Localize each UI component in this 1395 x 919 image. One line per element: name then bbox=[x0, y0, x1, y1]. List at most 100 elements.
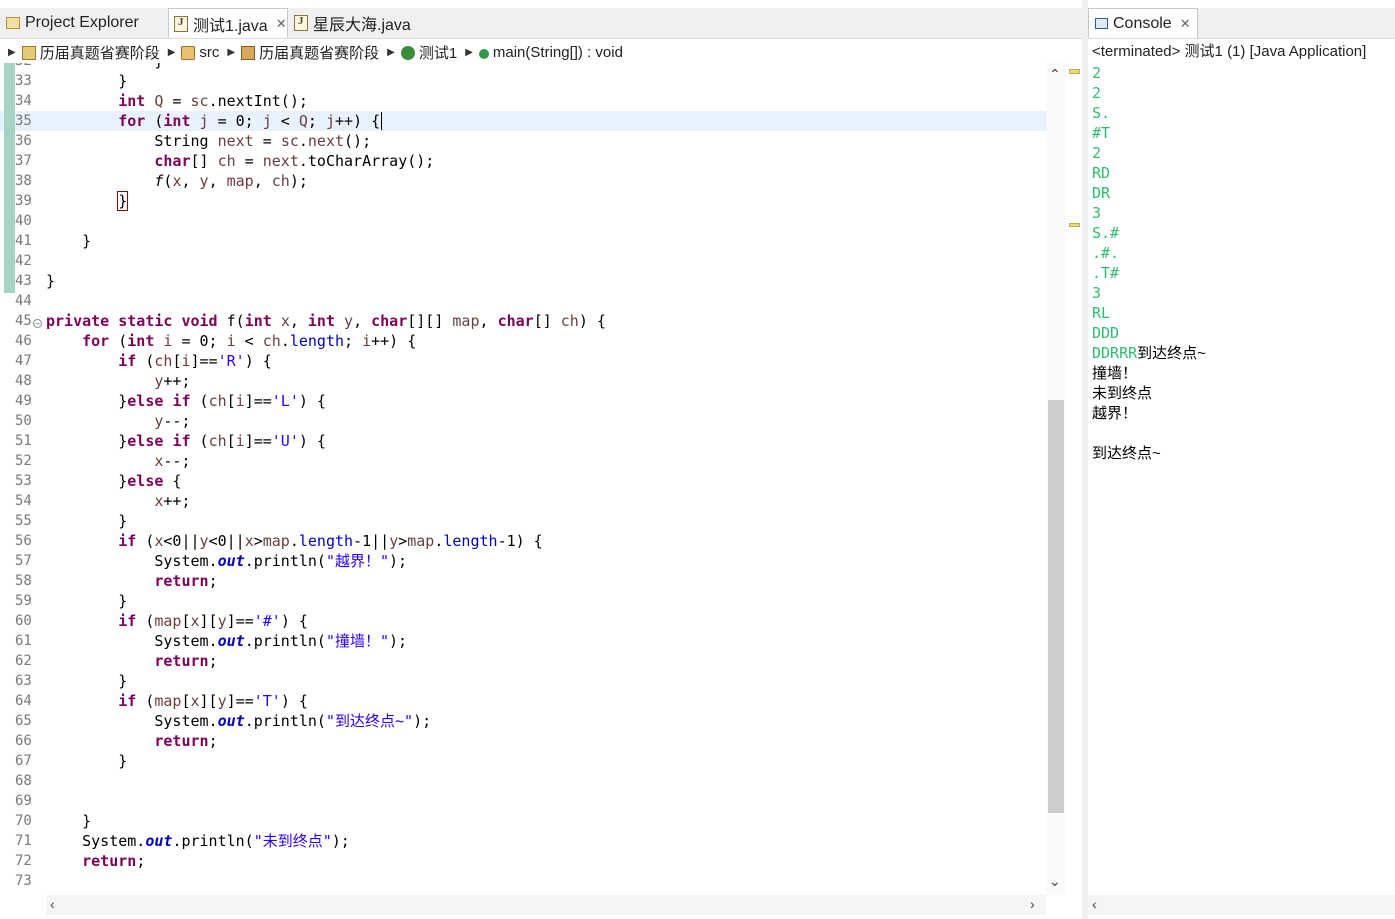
code-line[interactable]: 41 } bbox=[0, 231, 1046, 251]
code-text[interactable]: f(x, y, map, ch); bbox=[46, 171, 308, 191]
code-text[interactable]: x++; bbox=[46, 491, 190, 511]
code-line[interactable]: 55 } bbox=[0, 511, 1046, 531]
code-line[interactable]: 67 } bbox=[0, 751, 1046, 771]
close-icon[interactable]: ✕ bbox=[1180, 16, 1191, 32]
code-text[interactable]: if (ch[i]=='R') { bbox=[46, 351, 272, 371]
code-line[interactable]: 35 for (int j = 0; j < Q; j++) { bbox=[0, 111, 1046, 131]
code-line[interactable]: 53 }else { bbox=[0, 471, 1046, 491]
code-text[interactable]: } bbox=[46, 191, 129, 211]
tab-ceshi1-java[interactable]: 测试1.java ✕ bbox=[168, 8, 288, 38]
code-text[interactable]: } bbox=[46, 511, 127, 531]
code-line[interactable]: 44 bbox=[0, 291, 1046, 311]
fold-toggle-icon[interactable]: − bbox=[33, 319, 42, 328]
scroll-left-icon[interactable]: ‹ bbox=[1092, 896, 1097, 912]
breadcrumb-src[interactable]: src bbox=[199, 44, 219, 61]
code-text[interactable]: if (map[x][y]=='T') { bbox=[46, 691, 308, 711]
code-line[interactable]: 39 } bbox=[0, 191, 1046, 211]
code-line[interactable]: 57 System.out.println("越界！"); bbox=[0, 551, 1046, 571]
code-line[interactable]: 38 f(x, y, map, ch); bbox=[0, 171, 1046, 191]
code-line[interactable]: 37 char[] ch = next.toCharArray(); bbox=[0, 151, 1046, 171]
chevron-right-icon[interactable]: ▶ bbox=[8, 47, 16, 58]
code-text[interactable]: private static void f(int x, int y, char… bbox=[46, 311, 606, 331]
scroll-down-icon[interactable]: ⌄ bbox=[1049, 873, 1061, 890]
code-text[interactable]: } bbox=[46, 71, 127, 91]
code-text[interactable]: for (int j = 0; j < Q; j++) { bbox=[46, 111, 383, 131]
code-line[interactable]: 56 if (x<0||y<0||x>map.length-1||y>map.l… bbox=[0, 531, 1046, 551]
code-line[interactable]: 70 } bbox=[0, 811, 1046, 831]
code-line[interactable]: 63 } bbox=[0, 671, 1046, 691]
code-text[interactable]: }else if (ch[i]=='U') { bbox=[46, 431, 326, 451]
code-line[interactable]: 42 bbox=[0, 251, 1046, 271]
code-text[interactable]: char[] ch = next.toCharArray(); bbox=[46, 151, 434, 171]
code-text[interactable]: } bbox=[46, 591, 127, 611]
code-line[interactable]: 72 return; bbox=[0, 851, 1046, 871]
code-text[interactable]: } bbox=[46, 271, 55, 291]
code-editor[interactable]: 32 }33 }34 int Q = sc.nextInt();35 for (… bbox=[0, 63, 1046, 895]
code-text[interactable]: return; bbox=[46, 851, 145, 871]
scroll-up-icon[interactable]: ⌃ bbox=[1049, 66, 1061, 83]
editor-vertical-scrollbar[interactable]: ⌃ ⌄ bbox=[1046, 63, 1066, 895]
code-line[interactable]: 59 } bbox=[0, 591, 1046, 611]
chevron-right-icon[interactable]: ▶ bbox=[387, 47, 395, 58]
code-line[interactable]: 68 bbox=[0, 771, 1046, 791]
code-text[interactable]: y++; bbox=[46, 371, 190, 391]
code-line[interactable]: 49 }else if (ch[i]=='L') { bbox=[0, 391, 1046, 411]
code-line[interactable]: 45 private static void f(int x, int y, ch… bbox=[0, 311, 1046, 331]
chevron-right-icon[interactable]: ▶ bbox=[465, 47, 473, 58]
code-text[interactable]: } bbox=[46, 751, 127, 771]
breadcrumb-project[interactable]: 历届真题省赛阶段 bbox=[40, 42, 160, 63]
code-line[interactable]: 51 }else if (ch[i]=='U') { bbox=[0, 431, 1046, 451]
scroll-right-icon[interactable]: › bbox=[1030, 896, 1035, 912]
code-text[interactable]: System.out.println("撞墙！"); bbox=[46, 631, 407, 651]
code-text[interactable]: y--; bbox=[46, 411, 190, 431]
code-text[interactable]: } bbox=[46, 231, 91, 251]
code-text[interactable]: String next = sc.next(); bbox=[46, 131, 371, 151]
code-line[interactable]: 48 y++; bbox=[0, 371, 1046, 391]
code-text[interactable]: if (map[x][y]=='#') { bbox=[46, 611, 308, 631]
chevron-right-icon[interactable]: ▶ bbox=[168, 47, 176, 58]
breadcrumb-method[interactable]: main(String[]) : void bbox=[493, 44, 623, 61]
tab-project-explorer[interactable]: Project Explorer bbox=[4, 8, 170, 38]
code-line[interactable]: 34 int Q = sc.nextInt(); bbox=[0, 91, 1046, 111]
code-line[interactable]: 58 return; bbox=[0, 571, 1046, 591]
code-line[interactable]: 52 x--; bbox=[0, 451, 1046, 471]
code-text[interactable]: }else if (ch[i]=='L') { bbox=[46, 391, 326, 411]
tab-xingchen-java[interactable]: 星辰大海.java bbox=[290, 8, 424, 38]
code-text[interactable]: return; bbox=[46, 651, 217, 671]
code-line[interactable]: 46 for (int i = 0; i < ch.length; i++) { bbox=[0, 331, 1046, 351]
code-text[interactable]: return; bbox=[46, 731, 217, 751]
code-line[interactable]: 69 bbox=[0, 791, 1046, 811]
code-text[interactable]: if (x<0||y<0||x>map.length-1||y>map.leng… bbox=[46, 531, 542, 551]
code-text[interactable]: x--; bbox=[46, 451, 190, 471]
code-text[interactable]: } bbox=[46, 63, 163, 71]
code-line[interactable]: 71 System.out.println("未到终点"); bbox=[0, 831, 1046, 851]
code-text[interactable]: for (int i = 0; i < ch.length; i++) { bbox=[46, 331, 416, 351]
code-line[interactable]: 60 if (map[x][y]=='#') { bbox=[0, 611, 1046, 631]
breadcrumb-package[interactable]: 历届真题省赛阶段 bbox=[259, 42, 379, 63]
overview-mark[interactable] bbox=[1069, 223, 1080, 227]
scrollbar-thumb[interactable] bbox=[1048, 400, 1064, 813]
overview-mark[interactable] bbox=[1069, 69, 1080, 74]
code-line[interactable]: 40 bbox=[0, 211, 1046, 231]
code-text[interactable]: }else { bbox=[46, 471, 181, 491]
chevron-right-icon[interactable]: ▶ bbox=[227, 47, 235, 58]
code-line[interactable]: 32 } bbox=[0, 63, 1046, 71]
code-text[interactable]: System.out.println("未到终点"); bbox=[46, 831, 350, 851]
code-line[interactable]: 64 if (map[x][y]=='T') { bbox=[0, 691, 1046, 711]
code-text[interactable]: System.out.println("到达终点~"); bbox=[46, 711, 431, 731]
code-line[interactable]: 66 return; bbox=[0, 731, 1046, 751]
code-text[interactable]: } bbox=[46, 671, 127, 691]
code-line[interactable]: 47 if (ch[i]=='R') { bbox=[0, 351, 1046, 371]
code-line[interactable]: 54 x++; bbox=[0, 491, 1046, 511]
close-icon[interactable]: ✕ bbox=[276, 16, 287, 32]
breadcrumb-class[interactable]: 测试1 bbox=[419, 42, 457, 63]
scroll-left-icon[interactable]: ‹ bbox=[50, 896, 55, 912]
code-line[interactable]: 36 String next = sc.next(); bbox=[0, 131, 1046, 151]
overview-ruler[interactable] bbox=[1066, 63, 1082, 895]
code-text[interactable]: } bbox=[46, 811, 91, 831]
code-text[interactable]: System.out.println("越界！"); bbox=[46, 551, 407, 571]
code-line[interactable]: 61 System.out.println("撞墙！"); bbox=[0, 631, 1046, 651]
code-line[interactable]: 50 y--; bbox=[0, 411, 1046, 431]
code-line[interactable]: 73 bbox=[0, 871, 1046, 891]
tab-console[interactable]: Console ✕ bbox=[1088, 8, 1198, 38]
